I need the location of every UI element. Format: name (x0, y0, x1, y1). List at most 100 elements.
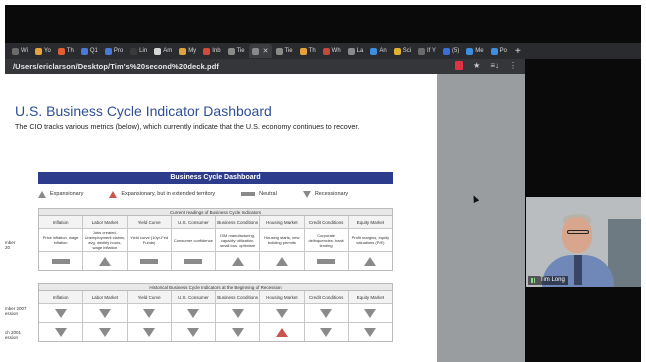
browser-tab[interactable]: My (176, 44, 199, 58)
signal-cell (172, 252, 216, 270)
legend-label: Expansionary (50, 191, 84, 197)
browser-tab[interactable]: Inb (200, 44, 223, 58)
up-arrow-icon (364, 256, 377, 266)
reading-list-icon[interactable]: ≡↓ (490, 61, 499, 70)
down-arrow-icon (98, 308, 111, 318)
signal-cell (305, 304, 349, 322)
browser-tab[interactable]: Tie (273, 44, 296, 58)
tab-label: (5) (451, 48, 460, 54)
tab-favicon-icon (179, 47, 187, 55)
legend-label: Expansionary, but in extended territory (121, 191, 216, 197)
browser-tab[interactable]: Me (463, 44, 486, 58)
participant-video-tile[interactable]: Tim Long (526, 197, 641, 287)
signal-cell (83, 304, 128, 322)
down-arrow-icon (187, 308, 200, 318)
legend-recessionary: Recessionary (302, 190, 349, 198)
signal-cell (128, 323, 172, 341)
side-label-line: 20 (5, 245, 11, 250)
table-header-row: Inflation Labor Market Yield Curve U.S. Con… (39, 291, 392, 304)
browser-tab[interactable]: Th (297, 44, 319, 58)
red-up-arrow-icon (275, 327, 288, 337)
table-header-row: Inflation Labor Market Yield Curve U.S. Con… (39, 216, 392, 229)
pdf-viewer[interactable]: U.S. Business Cycle Indicator Dashboard … (5, 74, 525, 362)
tab-label: La (356, 48, 364, 54)
browser-tab[interactable]: ✕ (248, 44, 272, 58)
column-header: Inflation (39, 216, 84, 228)
table-caption: Current readings of Business Cycle Indic… (39, 209, 392, 216)
tab-favicon-icon (35, 47, 42, 55)
table-description-row: Price inflation, wage inflation Jobs crea… (39, 229, 392, 252)
legend-expansionary: Expansionary (38, 190, 84, 198)
tab-favicon-icon (203, 47, 211, 55)
tab-close-icon[interactable]: ✕ (263, 47, 269, 55)
column-header: Inflation (39, 291, 84, 303)
browser-tab[interactable]: Po (488, 44, 510, 58)
legend-label: Recessionary (314, 191, 349, 197)
tab-label: Yo (44, 48, 51, 54)
tab-favicon-icon (130, 47, 138, 55)
indicator-description: Consumer confidence (172, 229, 216, 251)
up-arrow-icon (275, 256, 288, 266)
browser-tab[interactable]: Wi (9, 44, 31, 58)
indicator-description: Price inflation, wage inflation (39, 229, 84, 251)
signal-cell (172, 304, 216, 322)
indicator-description: Profit margins, equity valuations (P/E) (351, 235, 390, 245)
down-arrow-icon (231, 308, 244, 318)
down-arrow-icon (143, 308, 156, 318)
browser-tab[interactable]: Tie (225, 44, 248, 58)
tab-favicon-icon (370, 47, 378, 55)
down-arrow-icon (143, 327, 156, 337)
browser-tab[interactable]: Yo (32, 44, 54, 58)
up-arrow-icon (231, 256, 244, 266)
down-arrow-icon (364, 308, 377, 318)
down-arrow-icon (54, 327, 67, 337)
address-url[interactable]: /Users/ericlarson/Desktop/Tim's%20second… (13, 62, 219, 71)
neutral-bar-icon (317, 258, 336, 264)
tab-favicon-icon (418, 47, 426, 55)
browser-menu-icon[interactable]: ⋮ (509, 61, 517, 70)
signal-strength-icon (531, 278, 537, 283)
browser-tab[interactable]: An (367, 44, 389, 58)
signal-cell (349, 304, 392, 322)
table-signal-row (39, 304, 392, 323)
legend: Expansionary Expansionary, but in extend… (38, 189, 393, 199)
column-header: Yield Curve (127, 291, 172, 303)
new-tab-button[interactable]: + (515, 46, 521, 57)
browser-tab[interactable]: Pro (102, 44, 126, 58)
signal-cell (83, 252, 128, 270)
browser-tab[interactable]: Lin (127, 44, 150, 58)
participant-glasses (567, 230, 589, 234)
browser-tab[interactable]: Th (55, 44, 77, 58)
tab-favicon-icon (322, 47, 330, 55)
column-header: U.S. Consumer (171, 291, 216, 303)
signal-cell (172, 323, 216, 341)
signal-cell (305, 252, 349, 270)
browser-tab[interactable]: Sci (391, 44, 414, 58)
pdf-extension-icon[interactable] (455, 61, 464, 70)
signal-cell (260, 304, 305, 322)
bookmark-star-icon[interactable]: ★ (473, 61, 480, 70)
browser-tab[interactable]: (5) (440, 44, 462, 58)
neutral-bar-icon (184, 258, 203, 264)
column-header: Labor Market (83, 291, 128, 303)
side-label-line: ession (5, 311, 19, 316)
address-bar[interactable]: /Users/ericlarson/Desktop/Tim's%20second… (5, 59, 525, 74)
down-arrow-icon (187, 327, 200, 337)
tab-label: Lin (139, 48, 148, 54)
browser-tab[interactable]: Am (151, 44, 175, 58)
tab-favicon-icon (80, 47, 88, 55)
legend-extended: Expansionary, but in extended territory (109, 190, 216, 198)
tab-label: An (379, 48, 387, 54)
column-header: Credit Conditions (304, 291, 349, 303)
down-arrow-icon (98, 327, 111, 337)
browser-tab-strip: Wi Yo Th Q1 Pro Lin Am My Inb Tie ✕ Tie Th Wh La An Sci I… (5, 43, 641, 59)
neutral-bar-icon (51, 258, 70, 264)
signal-cell (216, 323, 261, 341)
browser-tab[interactable]: La (345, 44, 367, 58)
browser-tab[interactable]: Wh (320, 44, 344, 58)
table-caption: Historical Business Cycle Indicators at … (39, 284, 392, 291)
browser-tab[interactable]: Q1 (78, 44, 101, 58)
tab-label: Th (66, 48, 74, 54)
browser-tab[interactable]: If Y (415, 44, 439, 58)
indicator-description: Yield curve (10yr-Fed Funds) (128, 229, 172, 251)
